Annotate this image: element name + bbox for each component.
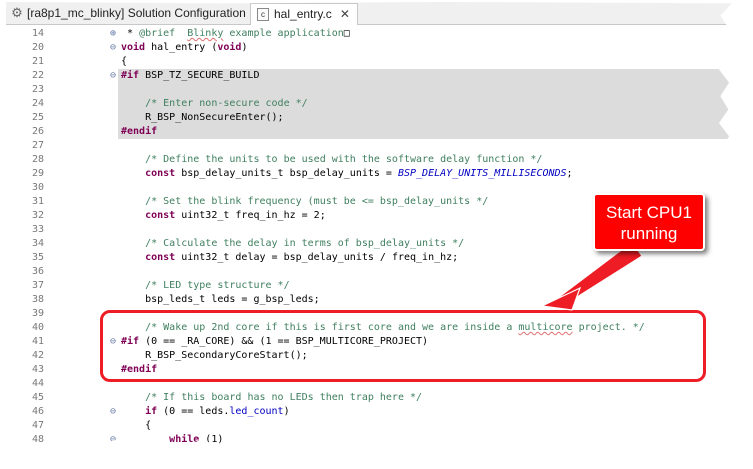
screenshot-frame: ⚙ [ra8p1_mc_blinky] Solution Configuratio… [6, 2, 732, 448]
callout-line2: running [620, 224, 678, 243]
callout-box: Start CPU1 running [593, 193, 705, 251]
callout-line1: Start CPU1 [606, 203, 692, 222]
